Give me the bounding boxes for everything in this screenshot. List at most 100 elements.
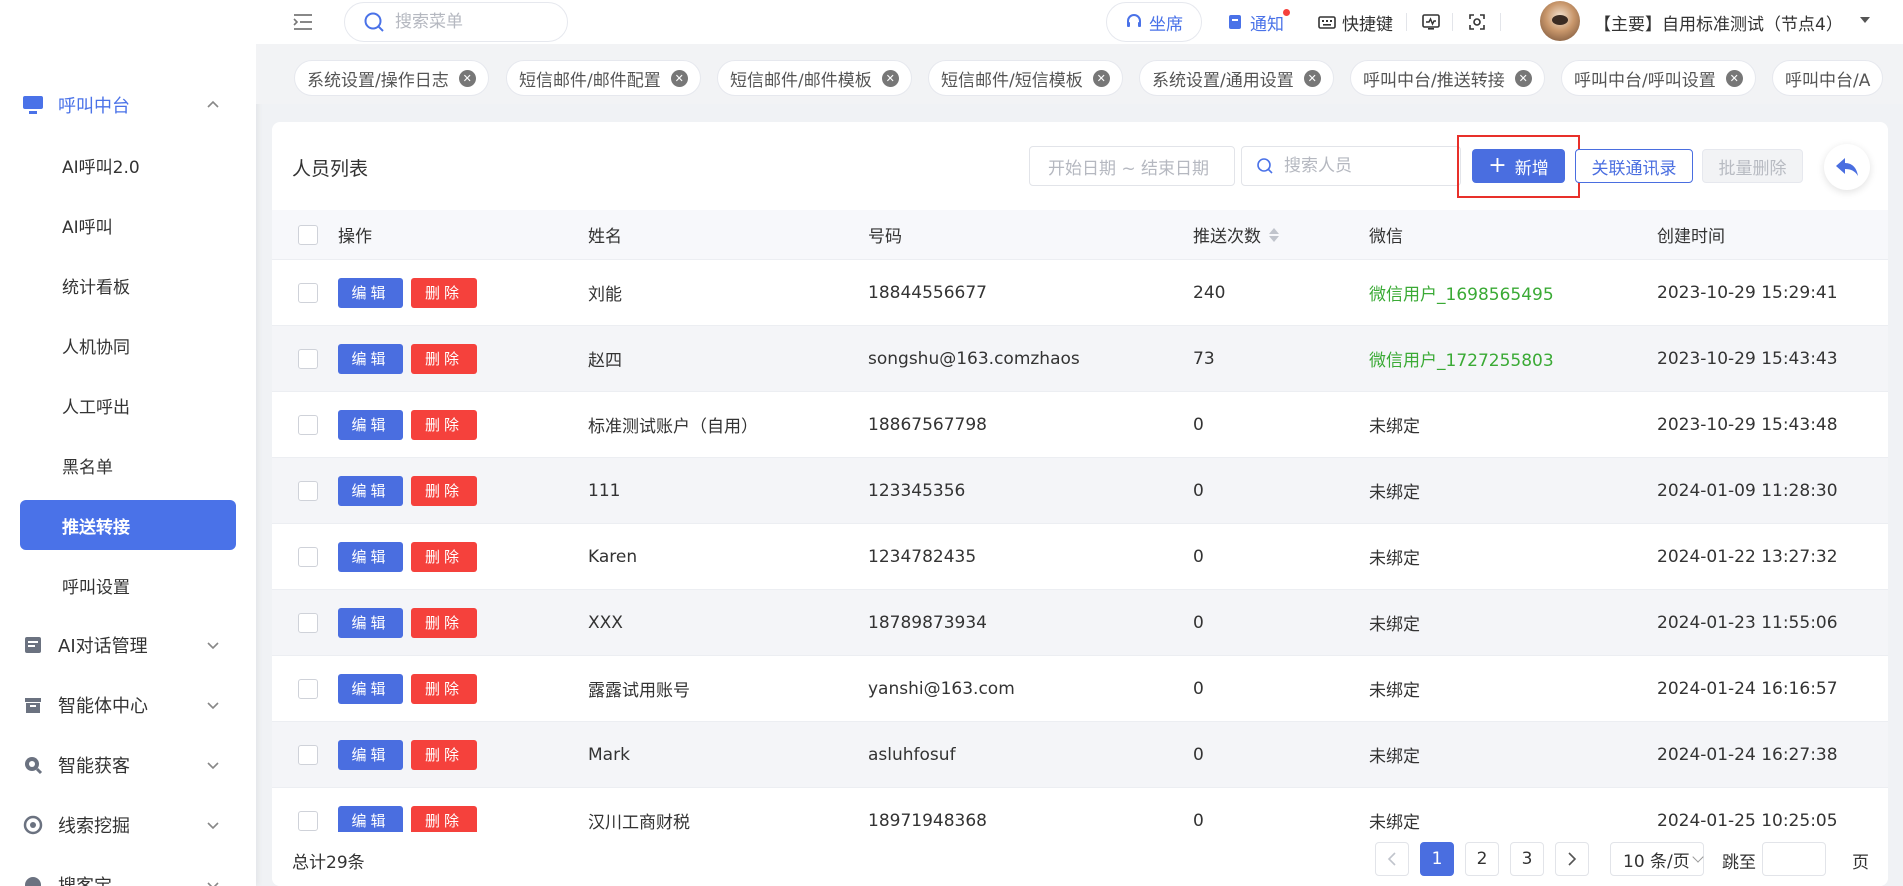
menu-collapse-icon[interactable] [292, 11, 314, 33]
add-button[interactable]: + 新增 [1472, 149, 1565, 183]
edit-button[interactable]: 编辑 [338, 673, 403, 704]
account-switcher[interactable]: 【主要】自用标准测试（节点4） [1594, 10, 1843, 35]
delete-button[interactable]: 删除 [411, 541, 477, 572]
history-tab[interactable]: 系统设置/操作日志 ✕ [294, 60, 489, 96]
close-icon[interactable]: ✕ [881, 69, 899, 87]
row-checkbox[interactable] [298, 480, 318, 501]
row-checkbox[interactable] [298, 282, 318, 303]
sidebar-item-manual-call[interactable]: 人工呼出 [0, 375, 256, 435]
close-icon[interactable]: ✕ [458, 69, 476, 87]
shortcut-label: 快捷键 [1342, 14, 1393, 35]
sidebar-item-ai-call[interactable]: AI呼叫 [0, 195, 256, 255]
delete-button[interactable]: 删除 [411, 343, 477, 374]
menu-search-box[interactable] [344, 2, 568, 42]
edit-button[interactable]: 编辑 [338, 409, 403, 440]
sidebar-item-call-settings[interactable]: 呼叫设置 [0, 555, 256, 615]
sidebar-group-call-center[interactable]: 呼叫中台 [0, 75, 256, 135]
cell-wechat: 未绑定 [1369, 681, 1420, 701]
notification-icon [1229, 15, 1241, 29]
cell-number: 18844556677 [868, 282, 987, 303]
close-icon[interactable]: ✕ [1514, 69, 1532, 87]
row-checkbox[interactable] [298, 810, 318, 831]
history-tab[interactable]: 呼叫中台/呼叫设置 ✕ [1561, 60, 1756, 96]
delete-button[interactable]: 删除 [411, 739, 477, 770]
edit-button[interactable]: 编辑 [338, 805, 403, 836]
cell-count: 73 [1193, 348, 1215, 369]
history-tab[interactable]: 呼叫中台/推送转接 ✕ [1350, 60, 1545, 96]
close-icon[interactable]: ✕ [670, 69, 688, 87]
edit-button[interactable]: 编辑 [338, 475, 403, 506]
close-icon[interactable]: ✕ [1303, 69, 1321, 87]
shortcut-button[interactable]: 快捷键 [1318, 10, 1393, 35]
close-icon[interactable]: ✕ [1725, 69, 1743, 87]
sidebar-group-smart-acquire[interactable]: 智能获客 [0, 735, 256, 795]
sidebar-group-ai-dialog[interactable]: AI对话管理 [0, 615, 256, 675]
delete-button[interactable]: 删除 [411, 475, 477, 506]
edit-button[interactable]: 编辑 [338, 541, 403, 572]
keyboard-icon [1318, 16, 1336, 29]
cell-count: 0 [1193, 546, 1204, 567]
cell-created: 2023-10-29 15:29:41 [1657, 282, 1838, 303]
row-checkbox[interactable] [298, 546, 318, 567]
page-size-select[interactable]: 10 条/页 [1610, 842, 1704, 876]
delete-button[interactable]: 删除 [411, 673, 477, 704]
cell-number: 1234782435 [868, 546, 977, 567]
date-range-picker[interactable]: 开始日期 ~ 结束日期 [1029, 146, 1235, 186]
batch-delete-button[interactable]: 批量删除 [1702, 149, 1803, 183]
delete-button[interactable]: 删除 [411, 277, 477, 308]
sidebar-item-ai-call-2[interactable]: AI呼叫2.0 [0, 135, 256, 195]
history-tab[interactable]: 短信邮件/短信模板 ✕ [928, 60, 1123, 96]
jump-page-input[interactable] [1762, 842, 1826, 876]
link-contacts-button[interactable]: 关联通讯录 [1575, 149, 1693, 183]
person-search-input[interactable] [1284, 156, 1454, 176]
sidebar-item-human-machine[interactable]: 人机协同 [0, 315, 256, 375]
history-tab[interactable]: 呼叫中台/A [1772, 60, 1884, 96]
page-button-3[interactable]: 3 [1510, 842, 1544, 876]
delete-button[interactable]: 删除 [411, 607, 477, 638]
column-header-name: 姓名 [588, 227, 622, 247]
page-button-2[interactable]: 2 [1465, 842, 1499, 876]
person-search-box[interactable] [1241, 146, 1461, 186]
sidebar-item-blacklist[interactable]: 黑名单 [0, 435, 256, 495]
row-checkbox[interactable] [298, 678, 318, 699]
close-icon[interactable]: ✕ [1092, 69, 1110, 87]
screenshot-icon[interactable] [1468, 13, 1486, 31]
caret-down-icon[interactable] [1860, 17, 1870, 23]
cell-count: 0 [1193, 678, 1204, 699]
edit-button[interactable]: 编辑 [338, 277, 403, 308]
seat-button[interactable]: 坐席 [1106, 2, 1202, 42]
cell-wechat: 未绑定 [1369, 615, 1420, 635]
sidebar-group-agent-center[interactable]: 智能体中心 [0, 675, 256, 735]
select-all-checkbox[interactable] [298, 224, 318, 245]
edit-button[interactable]: 编辑 [338, 343, 403, 374]
delete-button[interactable]: 删除 [411, 409, 477, 440]
sidebar-item-stats-board[interactable]: 统计看板 [0, 255, 256, 315]
sidebar-group-souke[interactable]: 搜客宝 [0, 855, 256, 886]
delete-button[interactable]: 删除 [411, 805, 477, 836]
notify-button[interactable]: 通知 [1226, 9, 1290, 35]
sidebar-group-lead-mining[interactable]: 线索挖掘 [0, 795, 256, 855]
history-tab[interactable]: 短信邮件/邮件配置 ✕ [506, 60, 701, 96]
page-size-label: 10 条/页 [1623, 851, 1690, 872]
back-button[interactable] [1824, 144, 1870, 190]
pulse-monitor-icon[interactable] [1422, 13, 1440, 31]
cell-wechat: 未绑定 [1369, 417, 1420, 437]
page-button-1[interactable]: 1 [1420, 842, 1454, 876]
row-checkbox[interactable] [298, 348, 318, 369]
menu-search-input[interactable] [395, 12, 545, 32]
next-page-button[interactable] [1555, 842, 1589, 876]
row-checkbox[interactable] [298, 414, 318, 435]
sidebar-item-push-transfer[interactable]: 推送转接 [20, 500, 236, 550]
prev-page-button[interactable] [1375, 842, 1409, 876]
history-tab[interactable]: 短信邮件/邮件模板 ✕ [717, 60, 912, 96]
edit-button[interactable]: 编辑 [338, 739, 403, 770]
row-checkbox[interactable] [298, 612, 318, 633]
cell-created: 2024-01-25 10:25:05 [1657, 810, 1838, 831]
history-tab[interactable]: 系统设置/通用设置 ✕ [1139, 60, 1334, 96]
edit-button[interactable]: 编辑 [338, 607, 403, 638]
row-checkbox[interactable] [298, 744, 318, 765]
sort-icon[interactable] [1269, 227, 1279, 242]
user-avatar[interactable] [1540, 1, 1580, 41]
column-header-count[interactable]: 推送次数 [1193, 222, 1369, 247]
unread-dot [1283, 9, 1290, 16]
